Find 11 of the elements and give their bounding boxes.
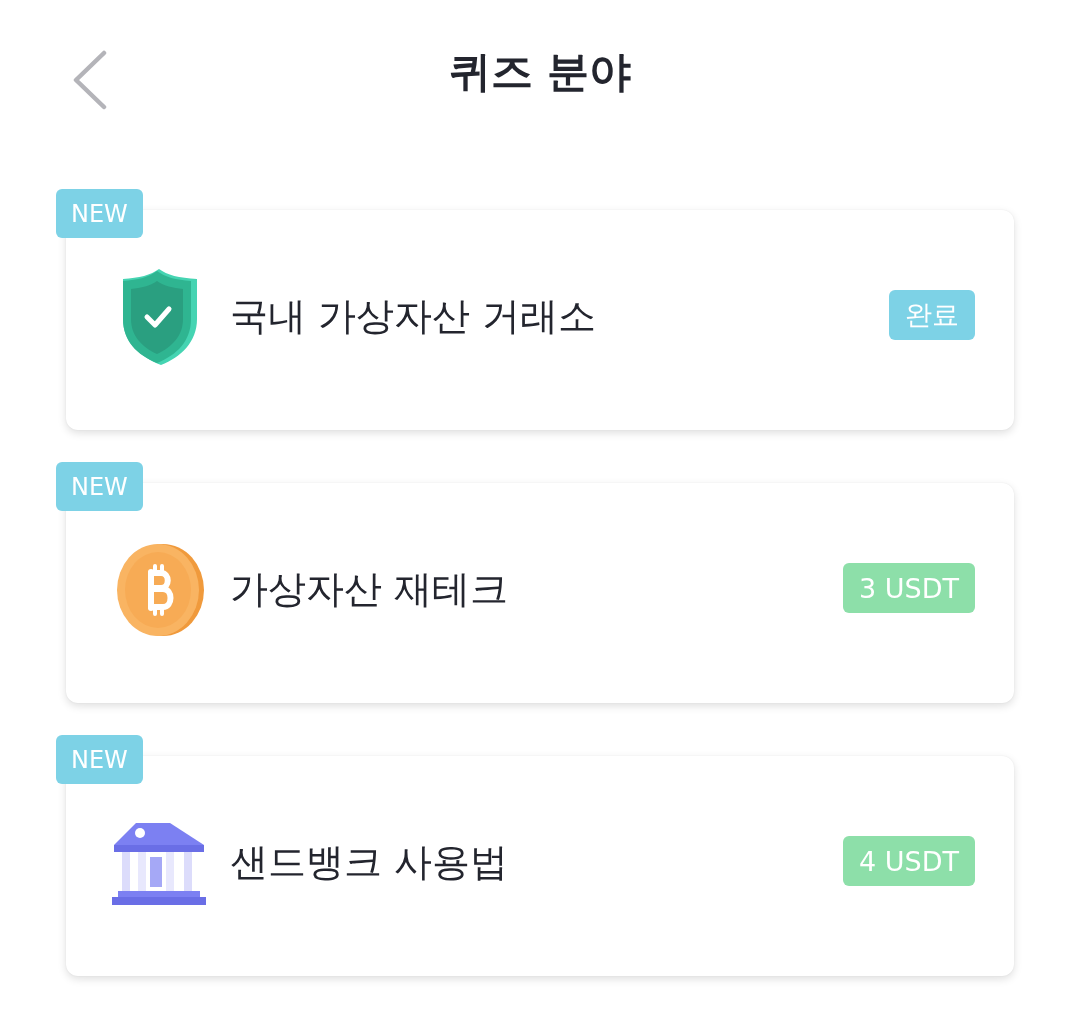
new-tag: NEW xyxy=(56,189,143,238)
category-title: 국내 가상자산 거래소 xyxy=(230,292,598,340)
reward-badge: 3 USDT xyxy=(843,563,975,613)
completed-badge: 완료 xyxy=(889,290,975,340)
category-title: 가상자산 재테크 xyxy=(230,565,510,613)
page-title: 퀴즈 분야 xyxy=(448,50,632,93)
new-tag: NEW xyxy=(56,735,143,784)
back-chevron-icon xyxy=(72,50,108,110)
new-tag: NEW xyxy=(56,462,143,511)
category-title: 샌드뱅크 사용법 xyxy=(230,838,510,886)
reward-badge: 4 USDT xyxy=(843,836,975,886)
